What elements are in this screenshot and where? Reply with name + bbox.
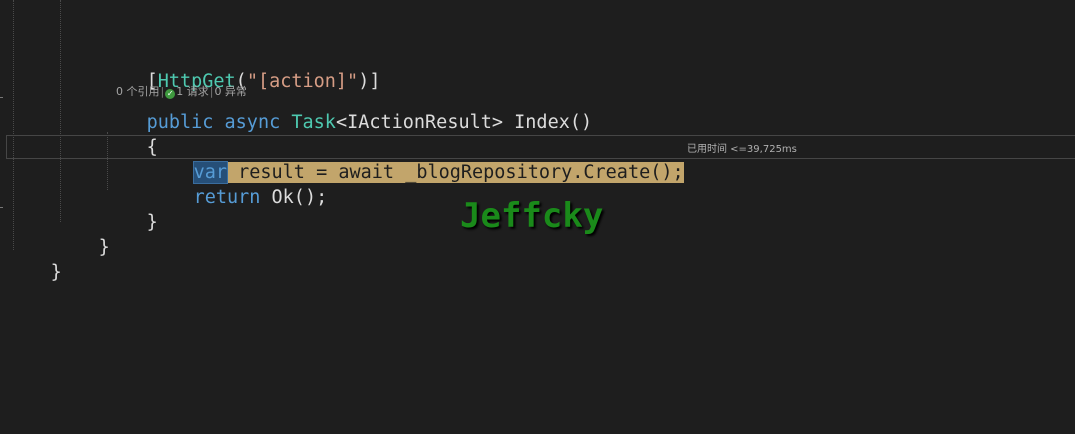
elapsed-time-hint[interactable]: 已用时间 <=39,725ms — [687, 140, 797, 155]
code-line-namespace-close[interactable]: } — [6, 235, 62, 283]
code-line-open-brace[interactable]: { — [102, 110, 158, 158]
code-line-attribute[interactable]: [HttpGet("[action]")] — [102, 44, 381, 92]
code-line-method-close[interactable]: } — [102, 185, 158, 233]
code-line-statement[interactable]: var result = await _blogRepository.Creat… — [149, 135, 684, 184]
token-gt: > — [491, 112, 504, 133]
token-lt: < — [335, 112, 348, 133]
codelens: 0 个引用| ✓ 1 请求|0 异常 — [102, 68, 247, 99]
token-type: IActionResult — [347, 112, 492, 133]
code-line-class-close[interactable]: } — [54, 210, 110, 258]
watermark-text: Jeffcky — [460, 196, 604, 236]
token-brace: } — [146, 212, 158, 233]
token-keyword: return — [193, 187, 261, 208]
fold-marker[interactable] — [0, 97, 3, 98]
token-type: Task — [291, 112, 336, 133]
fold-marker[interactable] — [0, 207, 3, 208]
token-return-expr: Ok(); — [260, 187, 328, 208]
code-editor[interactable]: [HttpGet("[action]")] 0 个引用| ✓ 1 请求|0 异常 p… — [0, 0, 1075, 434]
token-keyword: async — [224, 112, 281, 133]
token-brace: } — [98, 237, 110, 258]
token-method: Index() — [503, 112, 593, 133]
indent-guide — [60, 0, 61, 222]
code-line-return[interactable]: return Ok(); — [149, 160, 328, 208]
token-brace: } — [50, 262, 62, 283]
indent-guide — [13, 0, 14, 250]
code-line-signature[interactable]: public async Task<IActionResult> Index() — [102, 85, 593, 133]
